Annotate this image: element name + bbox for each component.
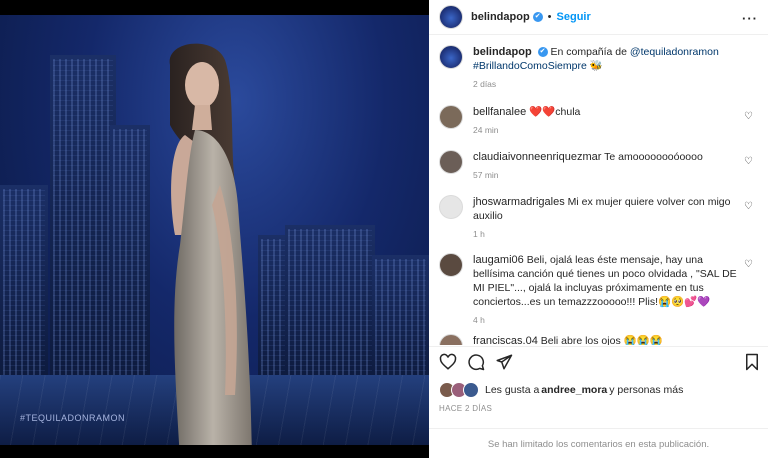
comment-text: Beli abre los ojos 😭😭😭 bbox=[540, 335, 663, 345]
comment-text: ❤️❤️chula bbox=[529, 106, 581, 118]
comment-item: claudiaivonneenriquezmar Te amoooooooóoo… bbox=[439, 150, 759, 182]
caption-hashtag[interactable]: #BrillandoComoSiempre bbox=[473, 60, 587, 72]
building bbox=[372, 255, 429, 385]
more-icon[interactable]: ··· bbox=[742, 11, 758, 26]
likes-prefix: Les gusta a bbox=[485, 384, 540, 396]
building bbox=[50, 55, 116, 385]
likes-user[interactable]: andree_mora bbox=[541, 384, 607, 396]
bookmark-icon[interactable] bbox=[743, 353, 761, 371]
heart-icon[interactable]: ♡ bbox=[744, 259, 753, 270]
heart-icon[interactable]: ♡ bbox=[744, 111, 753, 122]
liker-avatars bbox=[439, 382, 479, 398]
comment-avatar[interactable] bbox=[439, 334, 463, 345]
comment-item: jhoswarmadrigales Mi ex mujer quiere vol… bbox=[439, 195, 759, 241]
comment-avatar[interactable] bbox=[439, 195, 463, 219]
follow-button[interactable]: Seguir bbox=[557, 11, 591, 23]
comment-time: 1 h bbox=[473, 229, 485, 239]
building bbox=[285, 225, 375, 385]
photo-watermark: #TEQUILADONRAMON bbox=[20, 413, 126, 423]
caption: belindapop ✔ En compañía de @tequiladonr… bbox=[439, 45, 759, 91]
comment-item: bellfanalee ❤️❤️chula 24 min ♡ bbox=[439, 105, 759, 137]
post-details-panel: belindapop ✔ • Seguir ··· belindapop ✔ E… bbox=[429, 0, 768, 458]
author-username[interactable]: belindapop bbox=[471, 11, 530, 23]
caption-username[interactable]: belindapop bbox=[473, 46, 532, 58]
caption-text: En compañía de bbox=[550, 46, 630, 58]
comment-time: 24 min bbox=[473, 125, 499, 135]
verified-icon: ✔ bbox=[537, 47, 548, 58]
avatar bbox=[463, 382, 479, 398]
comment-avatar[interactable] bbox=[439, 150, 463, 174]
post-photo[interactable]: #TEQUILADONRAMON bbox=[0, 0, 429, 458]
comment-username[interactable]: bellfanalee bbox=[473, 106, 526, 118]
caption-mention[interactable]: @tequiladonramon bbox=[630, 46, 719, 58]
comment-avatar[interactable] bbox=[439, 253, 463, 277]
likes-suffix: y personas más bbox=[609, 384, 684, 396]
comments-scroll-area[interactable]: belindapop ✔ En compañía de @tequiladonr… bbox=[429, 35, 768, 345]
photo-image: #TEQUILADONRAMON bbox=[0, 15, 429, 445]
comment-item: franciscas.04 Beli abre los ojos 😭😭😭 bbox=[439, 334, 759, 345]
comment-item: laugami06 Beli, ojalá leas éste mensaje,… bbox=[439, 253, 759, 327]
comment-text: Te amoooooooóoooo bbox=[604, 151, 703, 163]
building bbox=[0, 185, 48, 385]
comment-icon[interactable] bbox=[467, 353, 485, 371]
heart-icon[interactable]: ♡ bbox=[744, 201, 753, 212]
comments-limited-notice: Se han limitado los comentarios en esta … bbox=[429, 428, 768, 459]
likes-summary[interactable]: Les gusta a andree_mora y personas más bbox=[439, 382, 683, 398]
post-date[interactable]: HACE 2 DÍAS bbox=[439, 404, 492, 413]
caption-avatar[interactable] bbox=[439, 45, 463, 69]
caption-time: 2 días bbox=[473, 79, 497, 89]
heart-icon[interactable] bbox=[439, 353, 457, 371]
share-icon[interactable] bbox=[495, 353, 513, 371]
post-header: belindapop ✔ • Seguir ··· bbox=[429, 0, 768, 35]
action-bar bbox=[429, 346, 768, 375]
woman-figure bbox=[169, 43, 252, 445]
verified-icon: ✔ bbox=[532, 12, 543, 22]
heart-icon[interactable]: ♡ bbox=[744, 156, 753, 167]
comment-username[interactable]: claudiaivonneenriquezmar bbox=[473, 151, 601, 163]
author-avatar[interactable] bbox=[439, 5, 463, 29]
comment-time: 57 min bbox=[473, 170, 499, 180]
separator-dot: • bbox=[547, 11, 552, 23]
comment-username[interactable]: laugami06 bbox=[473, 254, 524, 266]
comment-username[interactable]: franciscas.04 bbox=[473, 335, 538, 345]
comment-username[interactable]: jhoswarmadrigales bbox=[473, 196, 565, 208]
bee-emoji: 🐝 bbox=[589, 60, 603, 72]
comment-time: 4 h bbox=[473, 315, 485, 325]
comment-avatar[interactable] bbox=[439, 105, 463, 129]
